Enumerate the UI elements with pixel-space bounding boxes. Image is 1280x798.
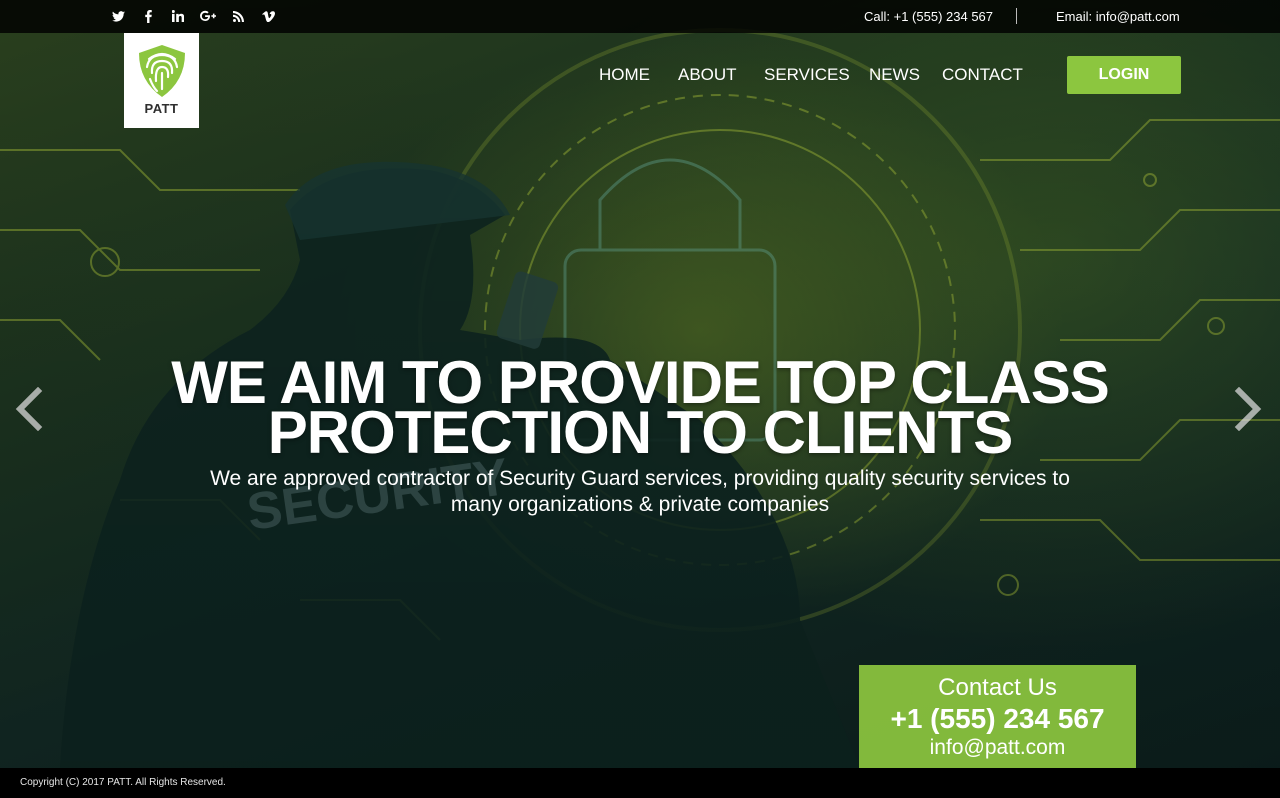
logo-text: PATT: [144, 101, 179, 116]
nav-news[interactable]: NEWS: [869, 65, 920, 85]
hero-headline: WE AIM TO PROVIDE TOP CLASS PROTECTION T…: [171, 349, 1110, 466]
slider-next-arrow[interactable]: [1231, 386, 1265, 432]
contact-box-phone[interactable]: +1 (555) 234 567: [859, 702, 1136, 736]
footer: Copyright (C) 2017 PATT. All Rights Rese…: [0, 768, 1280, 798]
contact-box-email[interactable]: info@patt.com: [859, 736, 1136, 760]
footer-copyright: Copyright (C) 2017 PATT. All Rights Rese…: [20, 777, 226, 788]
vimeo-icon[interactable]: [260, 8, 276, 24]
login-button[interactable]: LOGIN: [1067, 56, 1181, 94]
nav-about[interactable]: ABOUT: [678, 65, 737, 85]
topbar-call: Call: +1 (555) 234 567: [864, 9, 994, 24]
nav-services[interactable]: SERVICES: [764, 65, 850, 85]
social-links: [110, 8, 276, 24]
contact-box-title: Contact Us: [938, 674, 1057, 701]
google-plus-icon[interactable]: [200, 8, 216, 24]
topbar-email[interactable]: Email: info@patt.com: [1056, 9, 1180, 24]
hero-subline: We are approved contractor of Security G…: [210, 467, 1070, 516]
twitter-icon[interactable]: [110, 8, 126, 24]
topbar-divider: [1016, 8, 1017, 24]
slider-prev-arrow[interactable]: [12, 386, 46, 432]
rss-icon[interactable]: [230, 8, 246, 24]
linkedin-icon[interactable]: [170, 8, 186, 24]
nav-contact[interactable]: CONTACT: [942, 65, 1023, 85]
nav-home[interactable]: HOME: [599, 65, 650, 85]
contact-us-box: Contact Us +1 (555) 234 567 info@patt.co…: [859, 665, 1136, 768]
chevron-right-icon: [1234, 387, 1262, 431]
top-bar: Call: +1 (555) 234 567 Email: info@patt.…: [0, 0, 1280, 33]
facebook-icon[interactable]: [140, 8, 156, 24]
chevron-left-icon: [15, 387, 43, 431]
